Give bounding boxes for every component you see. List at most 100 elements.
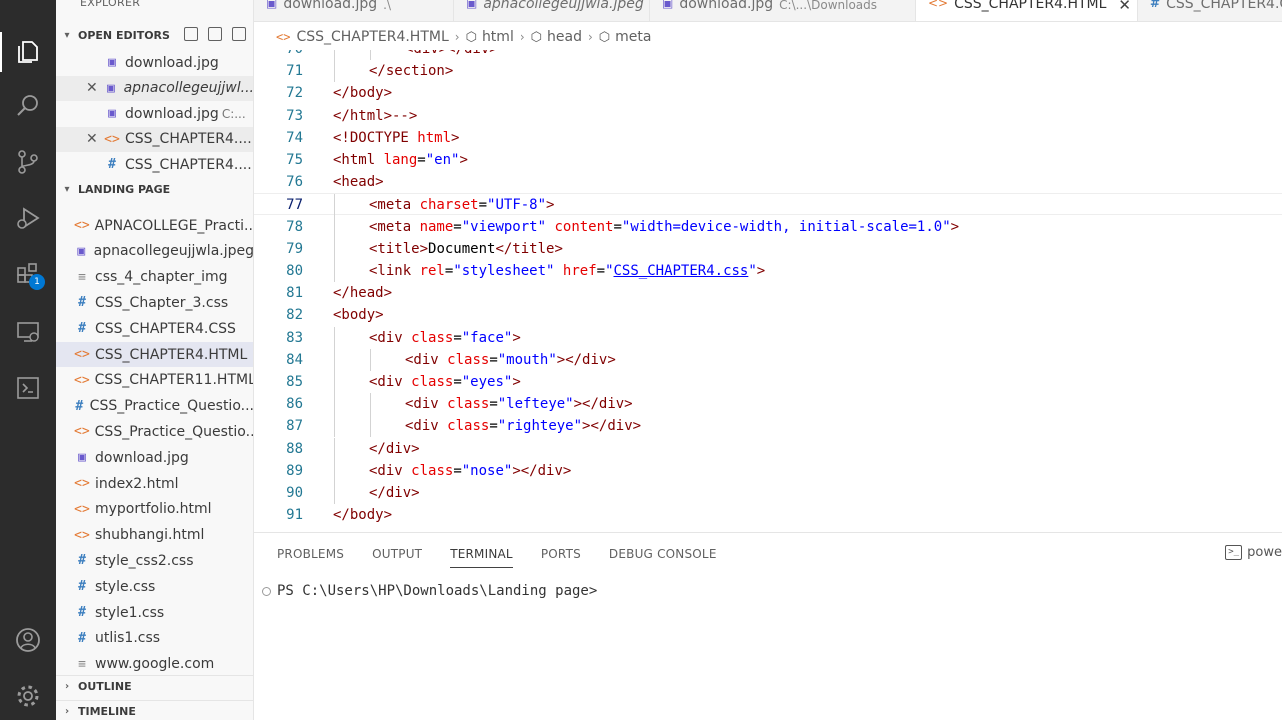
token-attr: href [562,263,597,279]
breadcrumb-item-meta[interactable]: meta [615,29,651,45]
close-icon[interactable]: ✕ [86,131,100,147]
terminal-icon: >_ [1225,545,1243,560]
file-item[interactable]: # CSS_Practice_Questio... [56,394,253,419]
editor-tab[interactable]: ▣ download.jpg .\ [254,0,454,21]
code-text: </html>--> [333,105,417,127]
landing-page-header[interactable]: ▾ LANDING PAGE [56,178,253,200]
open-editor-item[interactable]: # CSS_CHAPTER4.... [56,152,253,177]
close-icon[interactable]: ✕ [1118,0,1131,14]
file-item[interactable]: ▣ download.jpg [56,445,253,470]
panel-tab[interactable]: DEBUG CONSOLE [609,547,717,568]
close-icon[interactable]: ✕ [86,80,99,96]
token-tag: </body> [333,507,393,524]
token-tag: <title> [369,240,429,257]
code-line: 88 </div> [254,437,1282,460]
timeline-header[interactable]: › TIMELINE [56,700,253,720]
token-str: "width=device-width, initial-scale=1.0" [621,218,951,235]
file-item[interactable]: # CSS_CHAPTER4.CSS [56,316,253,341]
panel-tab[interactable]: PROBLEMS [277,547,344,568]
file-name: style1.css [95,604,165,621]
open-editor-item[interactable]: ✕ <> CSS_CHAPTER4.... [56,126,253,152]
breadcrumb-item-html[interactable]: html [482,29,514,45]
panel-tab[interactable]: TERMINAL [450,547,513,568]
element-icon: ⬡ [465,29,477,45]
settings-gear-icon[interactable] [0,672,56,720]
token-attr: class [411,462,454,479]
panel-tab[interactable]: OUTPUT [372,547,422,568]
file-item[interactable]: <> shubhangi.html [56,523,253,548]
outline-header[interactable]: › OUTLINE [56,675,253,697]
line-number: 81 [286,285,303,302]
terminal-view-icon[interactable] [0,364,56,412]
more-actions-icon[interactable]: ··· [218,0,234,8]
token-txt: = [596,263,606,279]
file-item[interactable]: <> CSS_CHAPTER4.HTML [56,342,253,367]
indent-guide [334,260,335,282]
file-icon: ≡ [78,269,86,285]
editor-tab[interactable]: <> CSS_CHAPTER4.HTML ✕ [916,0,1138,21]
code-line: 86 <div class="lefteye"></div> [254,393,1282,416]
code-text: <meta charset="UTF-8"> [369,194,554,216]
code-text: </section> [369,60,453,82]
file-item[interactable]: # style1.css [56,600,253,625]
file-item[interactable]: <> myportfolio.html [56,497,253,522]
file-item[interactable]: <> CSS_Practice_Questio... [56,419,253,444]
line-number: 79 [286,240,303,257]
open-editor-item[interactable]: ▣ download.jpg [56,50,253,75]
save-all-icon[interactable] [208,27,222,41]
code-line: 70 <div></div> [254,50,1282,60]
html-file-icon: <> [928,0,949,10]
new-untitled-file-icon[interactable] [184,27,198,41]
file-item[interactable]: ≡ css_4_chapter_img [56,265,253,290]
search-icon[interactable] [0,82,56,130]
file-item[interactable]: # utlis1.css [56,626,253,651]
remote-explorer-icon[interactable] [0,308,56,356]
image-file-icon: ▣ [77,243,86,259]
account-icon[interactable] [0,616,56,664]
token-str: "nose" [461,462,513,479]
tab-label: apnacollegeujjwla.jpeg [483,0,644,12]
terminal-shell-selector[interactable]: >_ powe [1225,545,1282,560]
editor-tab[interactable]: ▣ apnacollegeujjwla.jpeg [454,0,650,21]
explorer-icon[interactable] [0,28,56,76]
indent-guide [334,50,335,60]
line-number: 89 [286,462,303,479]
token-txt: = [453,218,462,235]
run-debug-icon[interactable] [0,194,56,242]
file-item[interactable]: # CSS_Chapter_3.css [56,290,253,315]
code-text: <body> [333,304,384,326]
file-icon: ≡ [78,656,86,672]
file-item[interactable]: # style_css2.css [56,548,253,573]
code-editor[interactable]: 70<div></div>71</section>72</body>73</ht… [254,50,1282,532]
token-txt: = [489,418,498,435]
source-control-icon[interactable] [0,138,56,186]
open-editors-header[interactable]: ▾ OPEN EDITORS [56,24,253,46]
code-text: <!DOCTYPE html> [333,127,459,149]
file-name: style_css2.css [95,552,194,569]
token-tag: <!DOCTYPE [333,129,418,146]
extensions-icon[interactable]: 1 [0,250,56,298]
file-item[interactable]: <> index2.html [56,471,253,496]
indent-guide [370,348,371,371]
shell-label: powe [1247,545,1282,560]
code-line: 77 <meta charset="UTF-8"> [254,193,1282,217]
breadcrumb-item-head[interactable]: head [547,29,582,45]
editor-tab[interactable]: # CSS_CHAPTER4.C [1138,0,1282,21]
editor-tab[interactable]: ▣ download.jpg C:\...\Downloads [650,0,916,21]
file-item[interactable]: ▣ apnacollegeujjwla.jpeg [56,239,253,264]
open-editor-item[interactable]: ▣ download.jpg C:... [56,101,253,126]
token-attr: class [411,374,454,390]
close-all-icon[interactable] [232,27,246,41]
open-editor-name: download.jpg [125,105,219,122]
panel-tab[interactable]: PORTS [541,547,581,568]
file-item[interactable]: <> CSS_CHAPTER11.HTML [56,368,253,393]
token-attr: html [417,129,452,146]
terminal-output[interactable]: PS C:\Users\HP\Downloads\Landing page> [262,583,597,599]
file-item[interactable]: # style.css [56,574,253,599]
line-number: 86 [286,396,303,413]
file-item[interactable]: <> APNACOLLEGE_Practi... [56,213,253,238]
breadcrumb-item-file[interactable]: CSS_CHAPTER4.HTML [296,29,448,45]
open-editor-item[interactable]: ✕ ▣ apnacollegeujjwl... [56,75,253,101]
file-item[interactable]: ≡ www.google.com [56,652,253,677]
token-tag: <meta [369,197,420,214]
